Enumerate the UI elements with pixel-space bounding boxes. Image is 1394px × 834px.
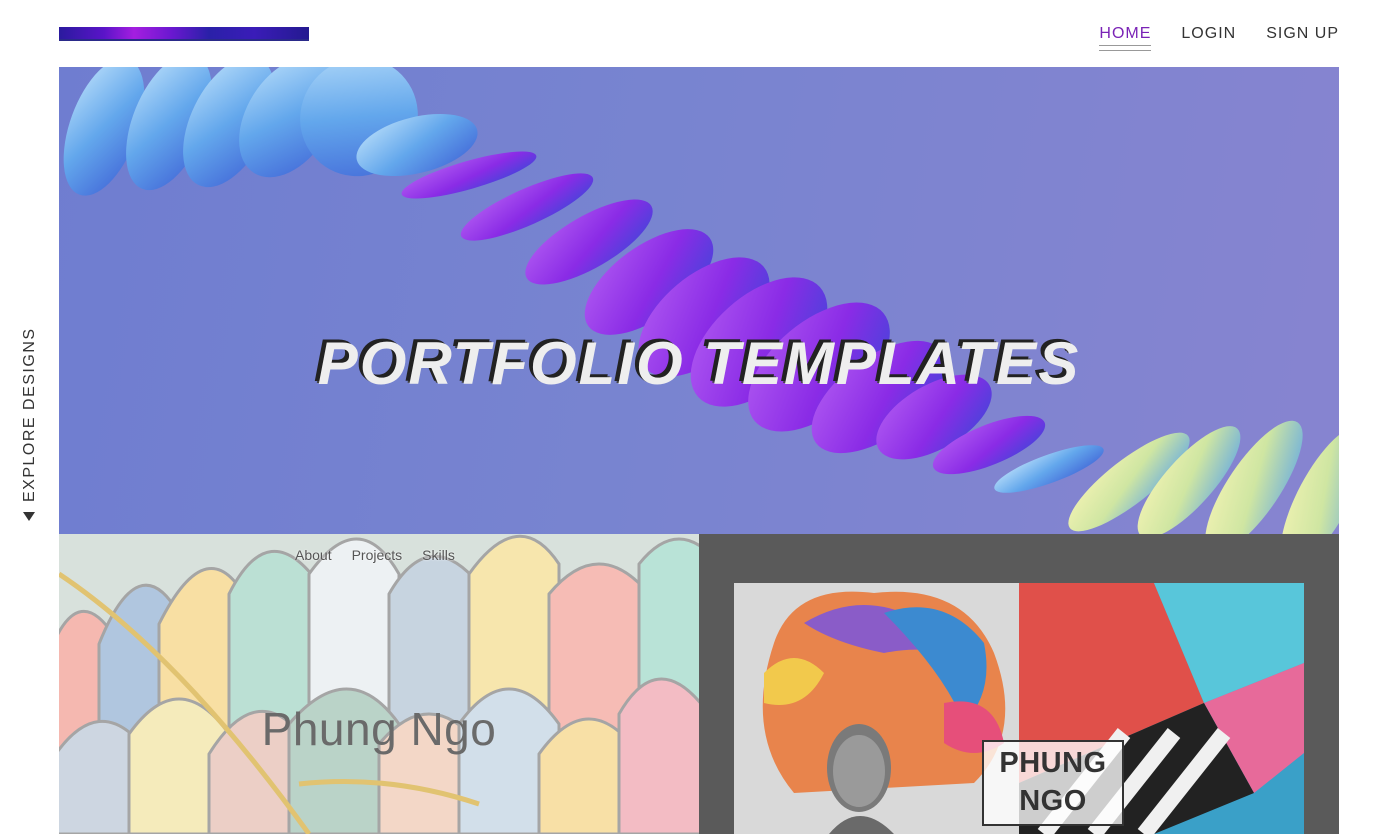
colorful-mural-image: [59, 534, 699, 834]
caret-down-icon: [23, 512, 35, 521]
nav-home[interactable]: HOME: [1099, 25, 1152, 51]
card-nav-projects[interactable]: Projects: [352, 547, 403, 563]
street-art-mural-image: PHUNG NGO: [734, 583, 1304, 834]
card-nav-skills[interactable]: Skills: [422, 547, 455, 563]
explore-designs-toggle[interactable]: EXPLORE DESIGNS: [20, 320, 40, 525]
card-nav-about[interactable]: About: [295, 547, 332, 563]
template-card-1[interactable]: About Projects Skills Phung Ngo: [59, 534, 699, 834]
hero-ribbon-art: [63, 67, 1339, 534]
card-1-title: Phung Ngo: [261, 703, 497, 755]
nav-login[interactable]: LOGIN: [1181, 25, 1236, 51]
card-2-name-line-1: PHUNG: [999, 747, 1107, 780]
explore-designs-label[interactable]: EXPLORE DESIGNS: [21, 327, 39, 502]
nav-sign-up[interactable]: SIGN UP: [1266, 25, 1339, 51]
template-card-2[interactable]: PHUNG NGO: [699, 534, 1339, 834]
card-1-nav: About Projects Skills: [295, 547, 455, 563]
main-nav: HOME LOGIN SIGN UP: [1099, 25, 1339, 51]
hero-banner: PORTFOLIO TEMPLATES: [59, 67, 1339, 534]
card-2-name-line-2: NGO: [1019, 785, 1087, 817]
card-2-name-box: PHUNG NGO: [982, 740, 1124, 826]
hero-title: PORTFOLIO TEMPLATES: [317, 330, 1081, 397]
site-logo[interactable]: [59, 27, 309, 41]
